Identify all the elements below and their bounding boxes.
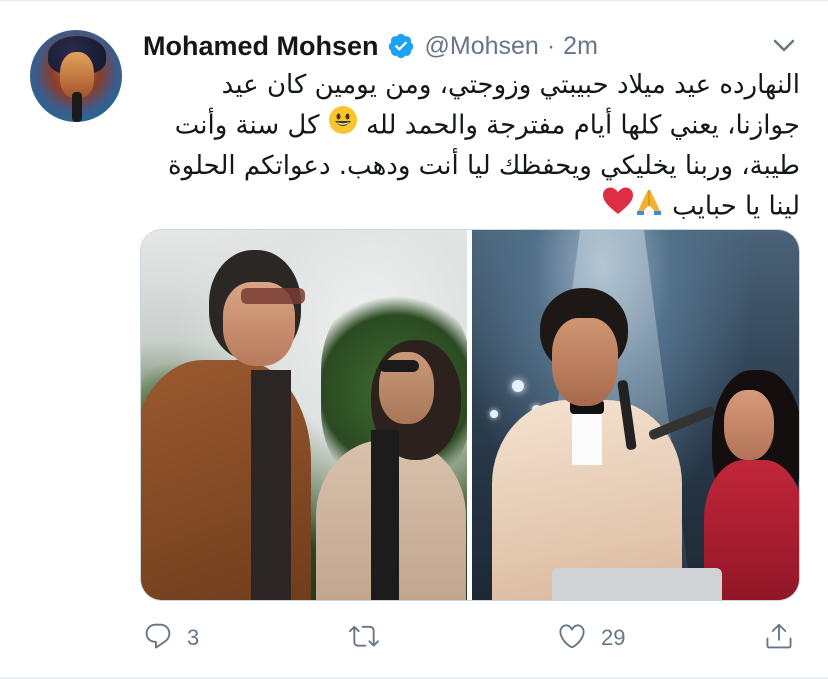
- reply-count: 3: [187, 625, 200, 650]
- tweet-text: النهارده عيد ميلاد حبيبتي وزوجتي، ومن يو…: [140, 66, 800, 228]
- tweet-text-line: لينا يا حبايب: [140, 186, 800, 228]
- photo-couple-outdoor[interactable]: [141, 230, 467, 600]
- tweet-text-segment: لينا يا حبايب: [672, 191, 800, 222]
- photo-couple-stage[interactable]: [472, 230, 799, 600]
- smiling-face-emoji: [328, 105, 358, 147]
- tweet-header: Mohamed Mohsen @Mohsen · 2m: [143, 28, 598, 64]
- share-button[interactable]: [764, 616, 794, 660]
- author-name[interactable]: Mohamed Mohsen: [143, 31, 379, 62]
- tweet[interactable]: Mohamed Mohsen @Mohsen · 2m النهارده عيد…: [0, 0, 828, 679]
- tweet-text-line: النهارده عيد ميلاد حبيبتي وزوجتي، ومن يو…: [221, 70, 800, 100]
- share-icon: [764, 621, 794, 656]
- chevron-down-icon[interactable]: [770, 36, 798, 56]
- reply-icon: [143, 621, 173, 656]
- author-handle[interactable]: @Mohsen: [425, 32, 539, 61]
- tweet-actions: 3 29: [0, 616, 828, 660]
- tweet-text-segment: كل سنة وأنت: [174, 110, 320, 141]
- tweet-text-line: جوازنا، يعني كلها أيام مفترجة والحمد لله…: [140, 105, 800, 147]
- tweet-text-line: طيبة، وربنا يخليكي ويحفظك ليا أنت ودهب. …: [168, 151, 800, 181]
- folded-hands-emoji: [634, 186, 664, 228]
- like-button[interactable]: 29: [557, 616, 625, 660]
- retweet-icon: [347, 621, 381, 656]
- red-heart-emoji: [602, 186, 634, 228]
- heart-icon: [557, 621, 587, 656]
- separator-dot: ·: [546, 31, 556, 60]
- retweet-button[interactable]: [347, 616, 395, 660]
- like-count: 29: [601, 625, 626, 650]
- timestamp[interactable]: 2m: [563, 32, 598, 61]
- media-grid: [140, 229, 800, 601]
- divider: [0, 0, 828, 1]
- tweet-text-segment: جوازنا، يعني كلها أيام مفترجة والحمد لله: [365, 110, 800, 141]
- reply-button[interactable]: 3: [143, 616, 199, 660]
- avatar[interactable]: [30, 30, 122, 122]
- verified-badge-icon: [387, 32, 415, 60]
